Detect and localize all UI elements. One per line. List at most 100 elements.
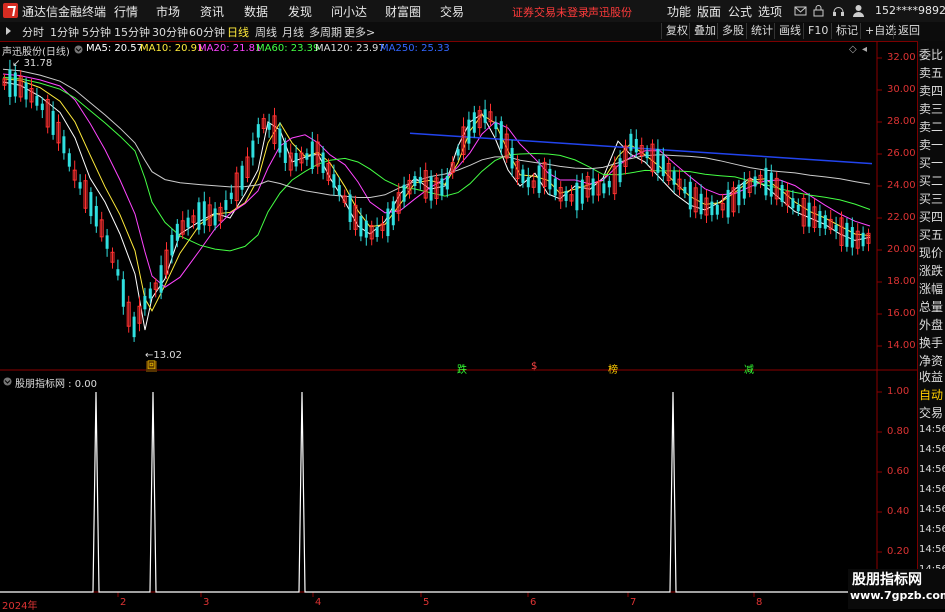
quote-item[interactable]: 卖五 [919,64,943,81]
candle-body [67,153,71,167]
period-multi[interactable]: 多周期 [309,24,342,40]
quote-item[interactable]: 涨幅 [919,280,943,297]
chevron-down-icon[interactable] [74,44,83,54]
lock-icon[interactable] [812,4,825,17]
period-fenshi[interactable]: 分时 [22,24,44,40]
watermark-url: www.7gpzb.com [850,589,945,602]
candle-body [170,234,174,256]
y-tick: 20.00 [887,244,916,255]
candle-body [440,178,444,196]
user-icon[interactable] [852,4,865,17]
menu-shichang[interactable]: 市场 [156,3,180,20]
quote-item[interactable]: 外盘 [919,316,943,333]
quote-item[interactable]: 买五 [919,226,943,243]
diamond-icon[interactable]: ◇ [849,44,857,55]
menu-gongneng[interactable]: 功能 [667,3,691,20]
mail-icon[interactable] [794,4,807,17]
candle-body [688,181,692,210]
candle-body [629,133,633,151]
period-monthly[interactable]: 月线 [282,24,304,40]
period-15min[interactable]: 15分钟 [114,24,150,40]
biaoji-button[interactable]: 标记 [831,23,862,39]
candle-body [445,175,449,190]
menu-gongshi[interactable]: 公式 [728,3,752,20]
ma250-line [409,132,873,165]
trade-button[interactable]: 交易 [919,404,943,421]
quote-item[interactable]: 现价 [919,244,943,261]
menu-wenxiaoda[interactable]: 问小达 [331,3,367,20]
indicator-line [0,391,877,593]
candle-body [35,95,39,106]
quote-item[interactable]: 收益 [919,368,943,385]
quote-item[interactable]: 买三 [919,190,943,207]
candle-body [337,185,341,195]
menu-caifuquan[interactable]: 财富圈 [385,3,421,20]
auto-button[interactable]: 自动 [919,386,943,403]
marker-die[interactable]: 跌 [457,361,467,376]
trade-login-alert[interactable]: 证券交易未登录 [512,4,589,20]
chart-canvas[interactable] [0,41,917,609]
candle-body [148,288,152,299]
candle-body [197,202,201,230]
ma60-line [2,76,871,252]
f10-button[interactable]: F10 [803,23,832,39]
expand-icon[interactable]: ◂ [862,44,867,55]
ma5-label: MA5: 20.57 [86,43,144,54]
quote-item[interactable]: 净资 [919,352,943,369]
period-5min[interactable]: 5分钟 [82,24,111,40]
period-scroll-icon[interactable] [6,27,11,35]
quote-item[interactable]: 买四 [919,208,943,225]
quote-item[interactable]: 卖二 [919,118,943,135]
menu-jiaoyi[interactable]: 交易 [440,3,464,20]
back-button[interactable]: 返回 [893,23,924,39]
period-daily[interactable]: 日线 [227,24,249,40]
indicator-menu-icon[interactable] [3,376,12,386]
period-weekly[interactable]: 周线 [255,24,277,40]
menu-faxian[interactable]: 发现 [288,3,312,20]
candle-body [494,122,498,130]
candle-body [78,182,82,189]
marker-dollar[interactable]: $ [531,361,537,372]
duogu-button[interactable]: 多股 [717,23,748,39]
period-60min[interactable]: 60分钟 [189,24,225,40]
quote-item[interactable]: 卖四 [919,82,943,99]
marker-hui[interactable]: 回 [146,361,157,372]
time-row: 14:56 [919,444,945,455]
quote-item[interactable]: 买二 [919,172,943,189]
candle-body [602,183,606,194]
candle-body [143,295,147,310]
period-more[interactable]: 更多> [344,24,375,40]
user-phone[interactable]: 152****9892 [875,4,945,17]
menu-banmian[interactable]: 版面 [697,3,721,20]
candle-body [51,110,55,135]
menu-shuju[interactable]: 数据 [244,3,268,20]
candle-body [564,191,568,201]
huaxian-button[interactable]: 画线 [774,23,805,39]
period-30min[interactable]: 30分钟 [152,24,188,40]
fuquan-button[interactable]: 复权 [661,23,692,39]
quote-item[interactable]: 卖一 [919,136,943,153]
quote-item[interactable]: 涨跌 [919,262,943,279]
candle-body [159,265,163,293]
quote-item[interactable]: 买一 [919,154,943,171]
candle-body [321,152,325,173]
quote-item[interactable]: 总量 [919,298,943,315]
menu-zixun[interactable]: 资讯 [200,3,224,20]
marker-jian[interactable]: 减 [744,361,754,376]
period-1min[interactable]: 1分钟 [50,24,79,40]
x-label: 4 [315,597,322,608]
quote-item[interactable]: 卖三 [919,100,943,117]
marker-bang[interactable]: 榜 [608,361,618,376]
quote-item[interactable]: 委比 [919,46,943,63]
menu-xuanxiang[interactable]: 选项 [758,3,782,20]
candle-body [305,153,309,160]
diejia-button[interactable]: 叠加 [689,23,720,39]
time-row: 14:56 [919,484,945,495]
tongji-button[interactable]: 统计 [746,23,777,39]
candle-body [845,222,849,247]
candle-body [132,316,136,338]
candle-body [699,193,703,215]
menu-hangqing[interactable]: 行情 [114,3,138,20]
quote-item[interactable]: 换手 [919,334,943,351]
headset-icon[interactable] [832,4,845,17]
